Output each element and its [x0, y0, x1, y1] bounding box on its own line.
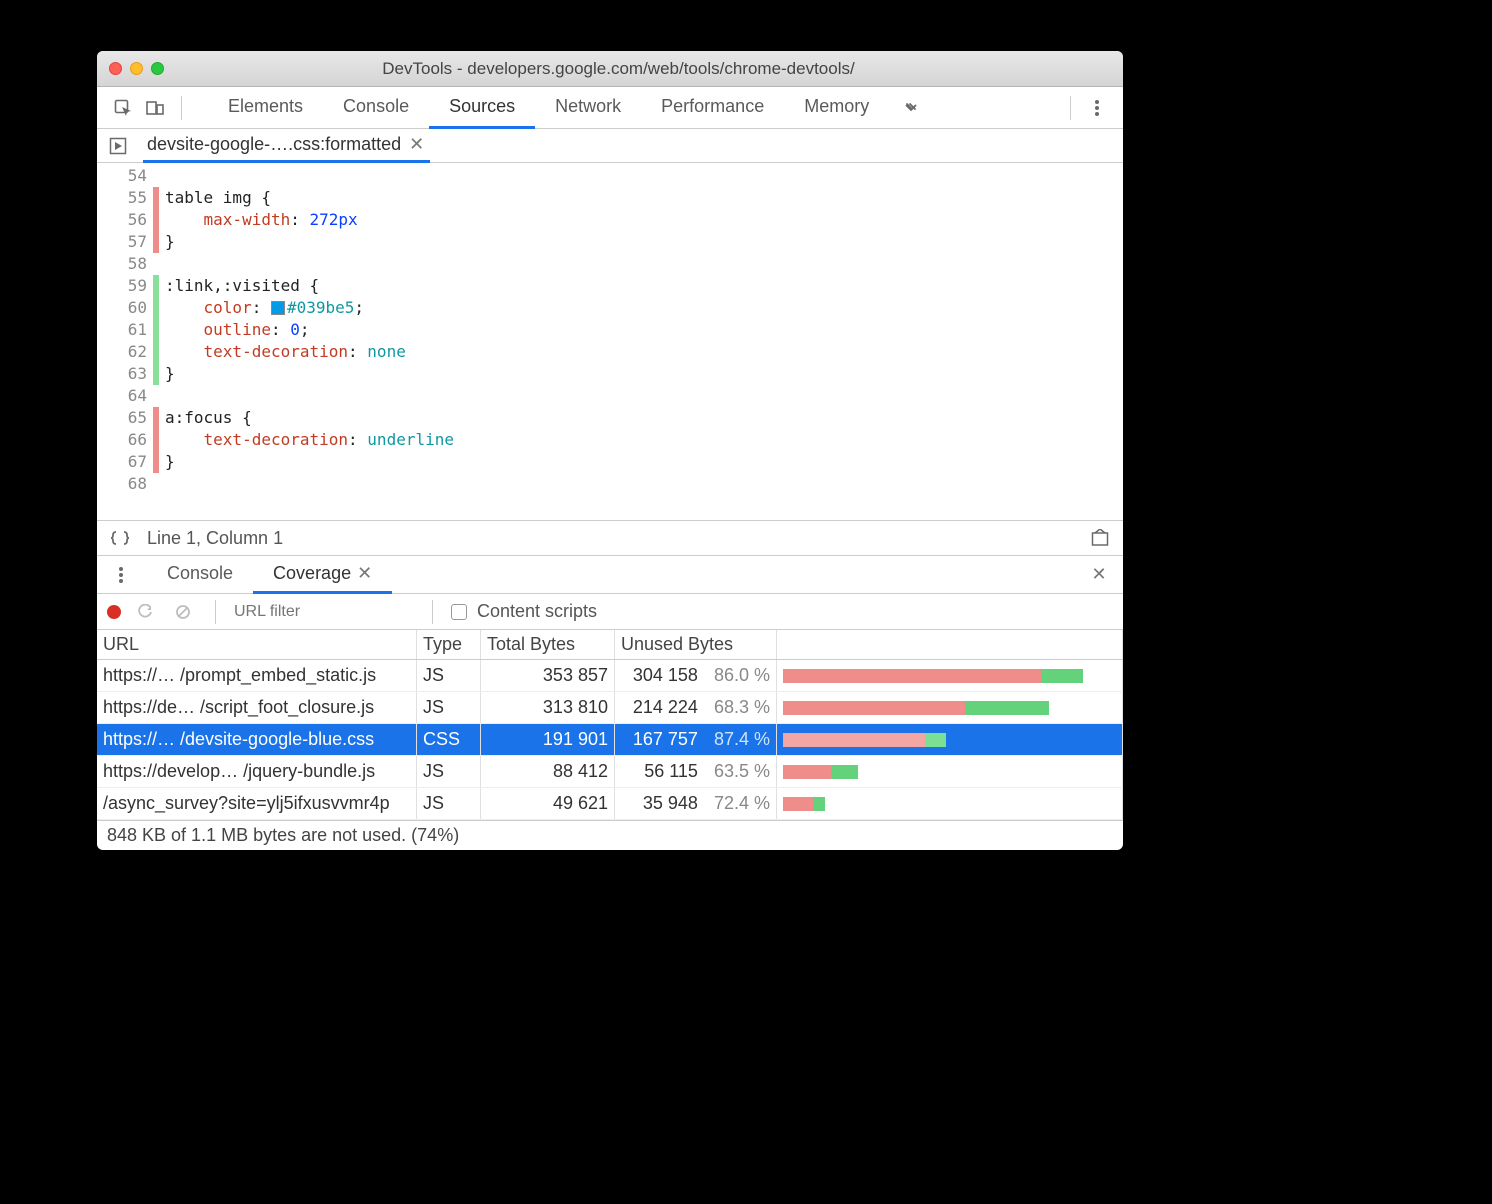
- zoom-window-button[interactable]: [151, 62, 164, 75]
- table-row[interactable]: https://develop… /jquery-bundle.jsJS88 4…: [97, 756, 1123, 788]
- tab-network[interactable]: Network: [535, 87, 641, 129]
- minimize-window-button[interactable]: [130, 62, 143, 75]
- file-tab[interactable]: devsite-google-….css:formatted ✕: [143, 129, 430, 163]
- col-visualization: [777, 630, 1123, 659]
- tab-sources[interactable]: Sources: [429, 87, 535, 129]
- toolbar-divider: [1070, 96, 1071, 120]
- settings-kebab-icon[interactable]: [1083, 94, 1111, 122]
- record-button[interactable]: [107, 605, 121, 619]
- drawer-tab-coverage[interactable]: Coverage ✕: [253, 556, 392, 594]
- cursor-position: Line 1, Column 1: [147, 528, 283, 549]
- show-visualization-icon[interactable]: [1087, 525, 1113, 551]
- close-icon[interactable]: ✕: [357, 563, 372, 584]
- coverage-table: URL Type Total Bytes Unused Bytes https:…: [97, 630, 1123, 820]
- more-tabs-chevron-icon[interactable]: [897, 94, 925, 122]
- code-content: table img { max-width: 272px}:link,:visi…: [159, 163, 454, 520]
- coverage-body: https://… /prompt_embed_static.jsJS353 8…: [97, 660, 1123, 820]
- table-row[interactable]: /async_survey?site=ylj5ifxusvvmr4pJS49 6…: [97, 788, 1123, 820]
- line-number-gutter: 545556575859606162636465666768: [97, 163, 153, 520]
- coverage-summary-text: 848 KB of 1.1 MB bytes are not used. (74…: [107, 825, 459, 846]
- col-type[interactable]: Type: [417, 630, 481, 659]
- tab-elements[interactable]: Elements: [208, 87, 323, 129]
- toolbar-divider: [181, 96, 182, 120]
- content-scripts-label: Content scripts: [477, 601, 597, 622]
- inspect-element-icon[interactable]: [109, 94, 137, 122]
- url-filter-input[interactable]: [234, 603, 414, 621]
- tab-memory[interactable]: Memory: [784, 87, 889, 129]
- col-total[interactable]: Total Bytes: [481, 630, 615, 659]
- editor-status-bar: Line 1, Column 1: [97, 520, 1123, 556]
- col-unused[interactable]: Unused Bytes: [615, 630, 777, 659]
- coverage-header-row: URL Type Total Bytes Unused Bytes: [97, 630, 1123, 660]
- main-tabs: ElementsConsoleSourcesNetworkPerformance…: [208, 87, 889, 129]
- titlebar: DevTools - developers.google.com/web/too…: [97, 51, 1123, 87]
- coverage-summary: 848 KB of 1.1 MB bytes are not used. (74…: [97, 820, 1123, 850]
- table-row[interactable]: https://de… /script_foot_closure.jsJS313…: [97, 692, 1123, 724]
- table-row[interactable]: https://… /prompt_embed_static.jsJS353 8…: [97, 660, 1123, 692]
- pretty-print-icon[interactable]: [107, 525, 133, 551]
- close-icon[interactable]: ✕: [409, 134, 424, 155]
- window-title: DevTools - developers.google.com/web/too…: [176, 59, 1061, 79]
- close-window-button[interactable]: [109, 62, 122, 75]
- drawer-tabs: ConsoleCoverage ✕ ✕: [97, 556, 1123, 594]
- main-toolbar: ElementsConsoleSourcesNetworkPerformance…: [97, 87, 1123, 129]
- close-drawer-icon[interactable]: ✕: [1085, 564, 1113, 585]
- content-scripts-checkbox[interactable]: [451, 604, 467, 620]
- toolbar-divider: [215, 600, 216, 624]
- window-traffic-lights: [109, 62, 164, 75]
- devtools-window: DevTools - developers.google.com/web/too…: [97, 51, 1123, 850]
- coverage-toolbar: Content scripts: [97, 594, 1123, 630]
- col-url[interactable]: URL: [97, 630, 417, 659]
- tab-console[interactable]: Console: [323, 87, 429, 129]
- code-editor[interactable]: 545556575859606162636465666768 table img…: [97, 163, 1123, 520]
- clear-icon[interactable]: [169, 598, 197, 626]
- file-tab-label: devsite-google-….css:formatted: [147, 134, 401, 155]
- table-row[interactable]: https://… /devsite-google-blue.cssCSS191…: [97, 724, 1123, 756]
- drawer-tab-console[interactable]: Console: [147, 556, 253, 594]
- toolbar-divider: [432, 600, 433, 624]
- drawer-tablist: ConsoleCoverage ✕: [147, 556, 392, 594]
- drawer-kebab-icon[interactable]: [107, 561, 135, 589]
- reload-icon[interactable]: [131, 598, 159, 626]
- run-snippet-icon[interactable]: [105, 133, 131, 159]
- sources-file-tabbar: devsite-google-….css:formatted ✕: [97, 129, 1123, 163]
- tab-performance[interactable]: Performance: [641, 87, 784, 129]
- device-toolbar-icon[interactable]: [141, 94, 169, 122]
